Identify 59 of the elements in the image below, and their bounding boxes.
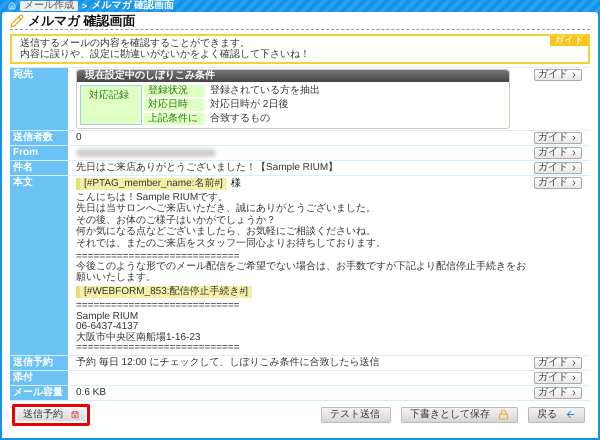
action-button[interactable]: 下書きとして保存 xyxy=(401,406,518,422)
notice-text: 内容に誤りや、設定に勘違いがないかをよく確認して下さいね！ xyxy=(20,49,311,60)
filter-label: 登録状況 xyxy=(144,85,204,97)
lock-icon xyxy=(498,409,509,420)
field-label: 添付 xyxy=(10,370,68,384)
notice-text: 送信するメールの内容を確認することができます。 xyxy=(20,38,251,49)
filter-value: 合致するもの xyxy=(206,113,504,125)
home-icon[interactable] xyxy=(8,2,16,10)
action-button[interactable]: 戻る xyxy=(528,406,585,422)
back-arrow-icon xyxy=(565,409,576,420)
guide-button[interactable]: ガイド xyxy=(534,372,582,384)
field-label: 送信予約 xyxy=(10,356,68,370)
body-text-line: ============================ xyxy=(76,301,241,312)
body-text-line: 何か気になる点などございましたら、お気軽にご相談くださいね。 xyxy=(76,226,377,237)
field-label: 宛先 xyxy=(10,68,68,130)
body-text-line: 先日は当サロンへご来店いただき、誠にありがとうございました。 xyxy=(76,204,377,214)
filter-value: 登録されている方を抽出 xyxy=(206,85,504,97)
body-text-line: 大阪市中央区南船場1-16-23 xyxy=(76,332,202,343)
filter-title: 現在設定中のしぼりこみ条件 xyxy=(77,70,509,82)
field-label: メール容量 xyxy=(10,386,68,400)
salutation-text: 様 xyxy=(230,178,241,190)
body-text-line: 06-6437-4137 xyxy=(76,322,138,332)
action-button[interactable]: 送信予約 xyxy=(12,404,90,426)
guide-button[interactable]: ガイド xyxy=(534,386,582,398)
filter-category: 対応記録 xyxy=(80,85,142,125)
body-text-line: ============================ xyxy=(76,252,241,262)
body-text-line: こんにちは！Sample RIUMです。 xyxy=(76,193,230,203)
field-label: 本文 xyxy=(10,176,68,354)
body-text-line: 今後このような形でのメール配信をご希望でない場合は、お手数ですが下記より配信停止手続きをお願いいたします。 xyxy=(76,262,526,283)
guide-button[interactable]: ガイド xyxy=(534,177,582,189)
field-label: From xyxy=(10,146,68,160)
body-text-line: ============================ xyxy=(76,343,241,354)
guide-button[interactable]: ガイド xyxy=(534,162,582,174)
field-value: 0 xyxy=(76,132,83,144)
field-value: 予約 毎日 12:00 にチェックして、しぼりこみ条件に合致したら送信 xyxy=(76,356,380,368)
body-text-line: その後、お体のご様子はいかがでしょうか？ xyxy=(76,216,277,226)
guide-button[interactable]: ガイド xyxy=(534,356,582,368)
filter-label: 対応日時 xyxy=(144,99,204,111)
guide-button[interactable]: ガイド xyxy=(534,147,582,159)
chevron-icon xyxy=(570,71,578,79)
field-label: 送信者数 xyxy=(10,131,68,145)
body-text-line: Sample RIUM xyxy=(76,312,140,322)
breadcrumb-link[interactable]: メール作成 xyxy=(20,1,78,11)
pencil-icon xyxy=(10,14,24,28)
body-text-line: それでは、またのご来店をスタッフ一同心よりお待ちしております。 xyxy=(76,239,387,250)
action-button[interactable]: テスト送信 xyxy=(321,406,391,422)
merge-tag: [#WEBFORM_853:配信停止手続き#] xyxy=(76,286,252,298)
merge-tag: [#PTAG_member_name:名前#] xyxy=(76,178,227,190)
calendar-icon xyxy=(71,409,79,420)
guide-badge: ガイド xyxy=(550,36,588,46)
guide-button[interactable]: ガイド xyxy=(534,132,582,144)
filter-label: 上記条件に xyxy=(144,113,204,125)
breadcrumb-separator: > xyxy=(82,2,88,10)
field-value: 0.6 KB xyxy=(76,386,108,398)
filter-value: 対応日時が 2日後 xyxy=(206,99,504,111)
field-value: 先日はご来店ありがとうございました！【Sample RIUM】 xyxy=(76,162,340,174)
page-title: メルマガ 確認画面 xyxy=(28,14,136,27)
guide-button[interactable]: ガイド xyxy=(534,69,582,81)
field-label: 件名 xyxy=(10,161,68,175)
